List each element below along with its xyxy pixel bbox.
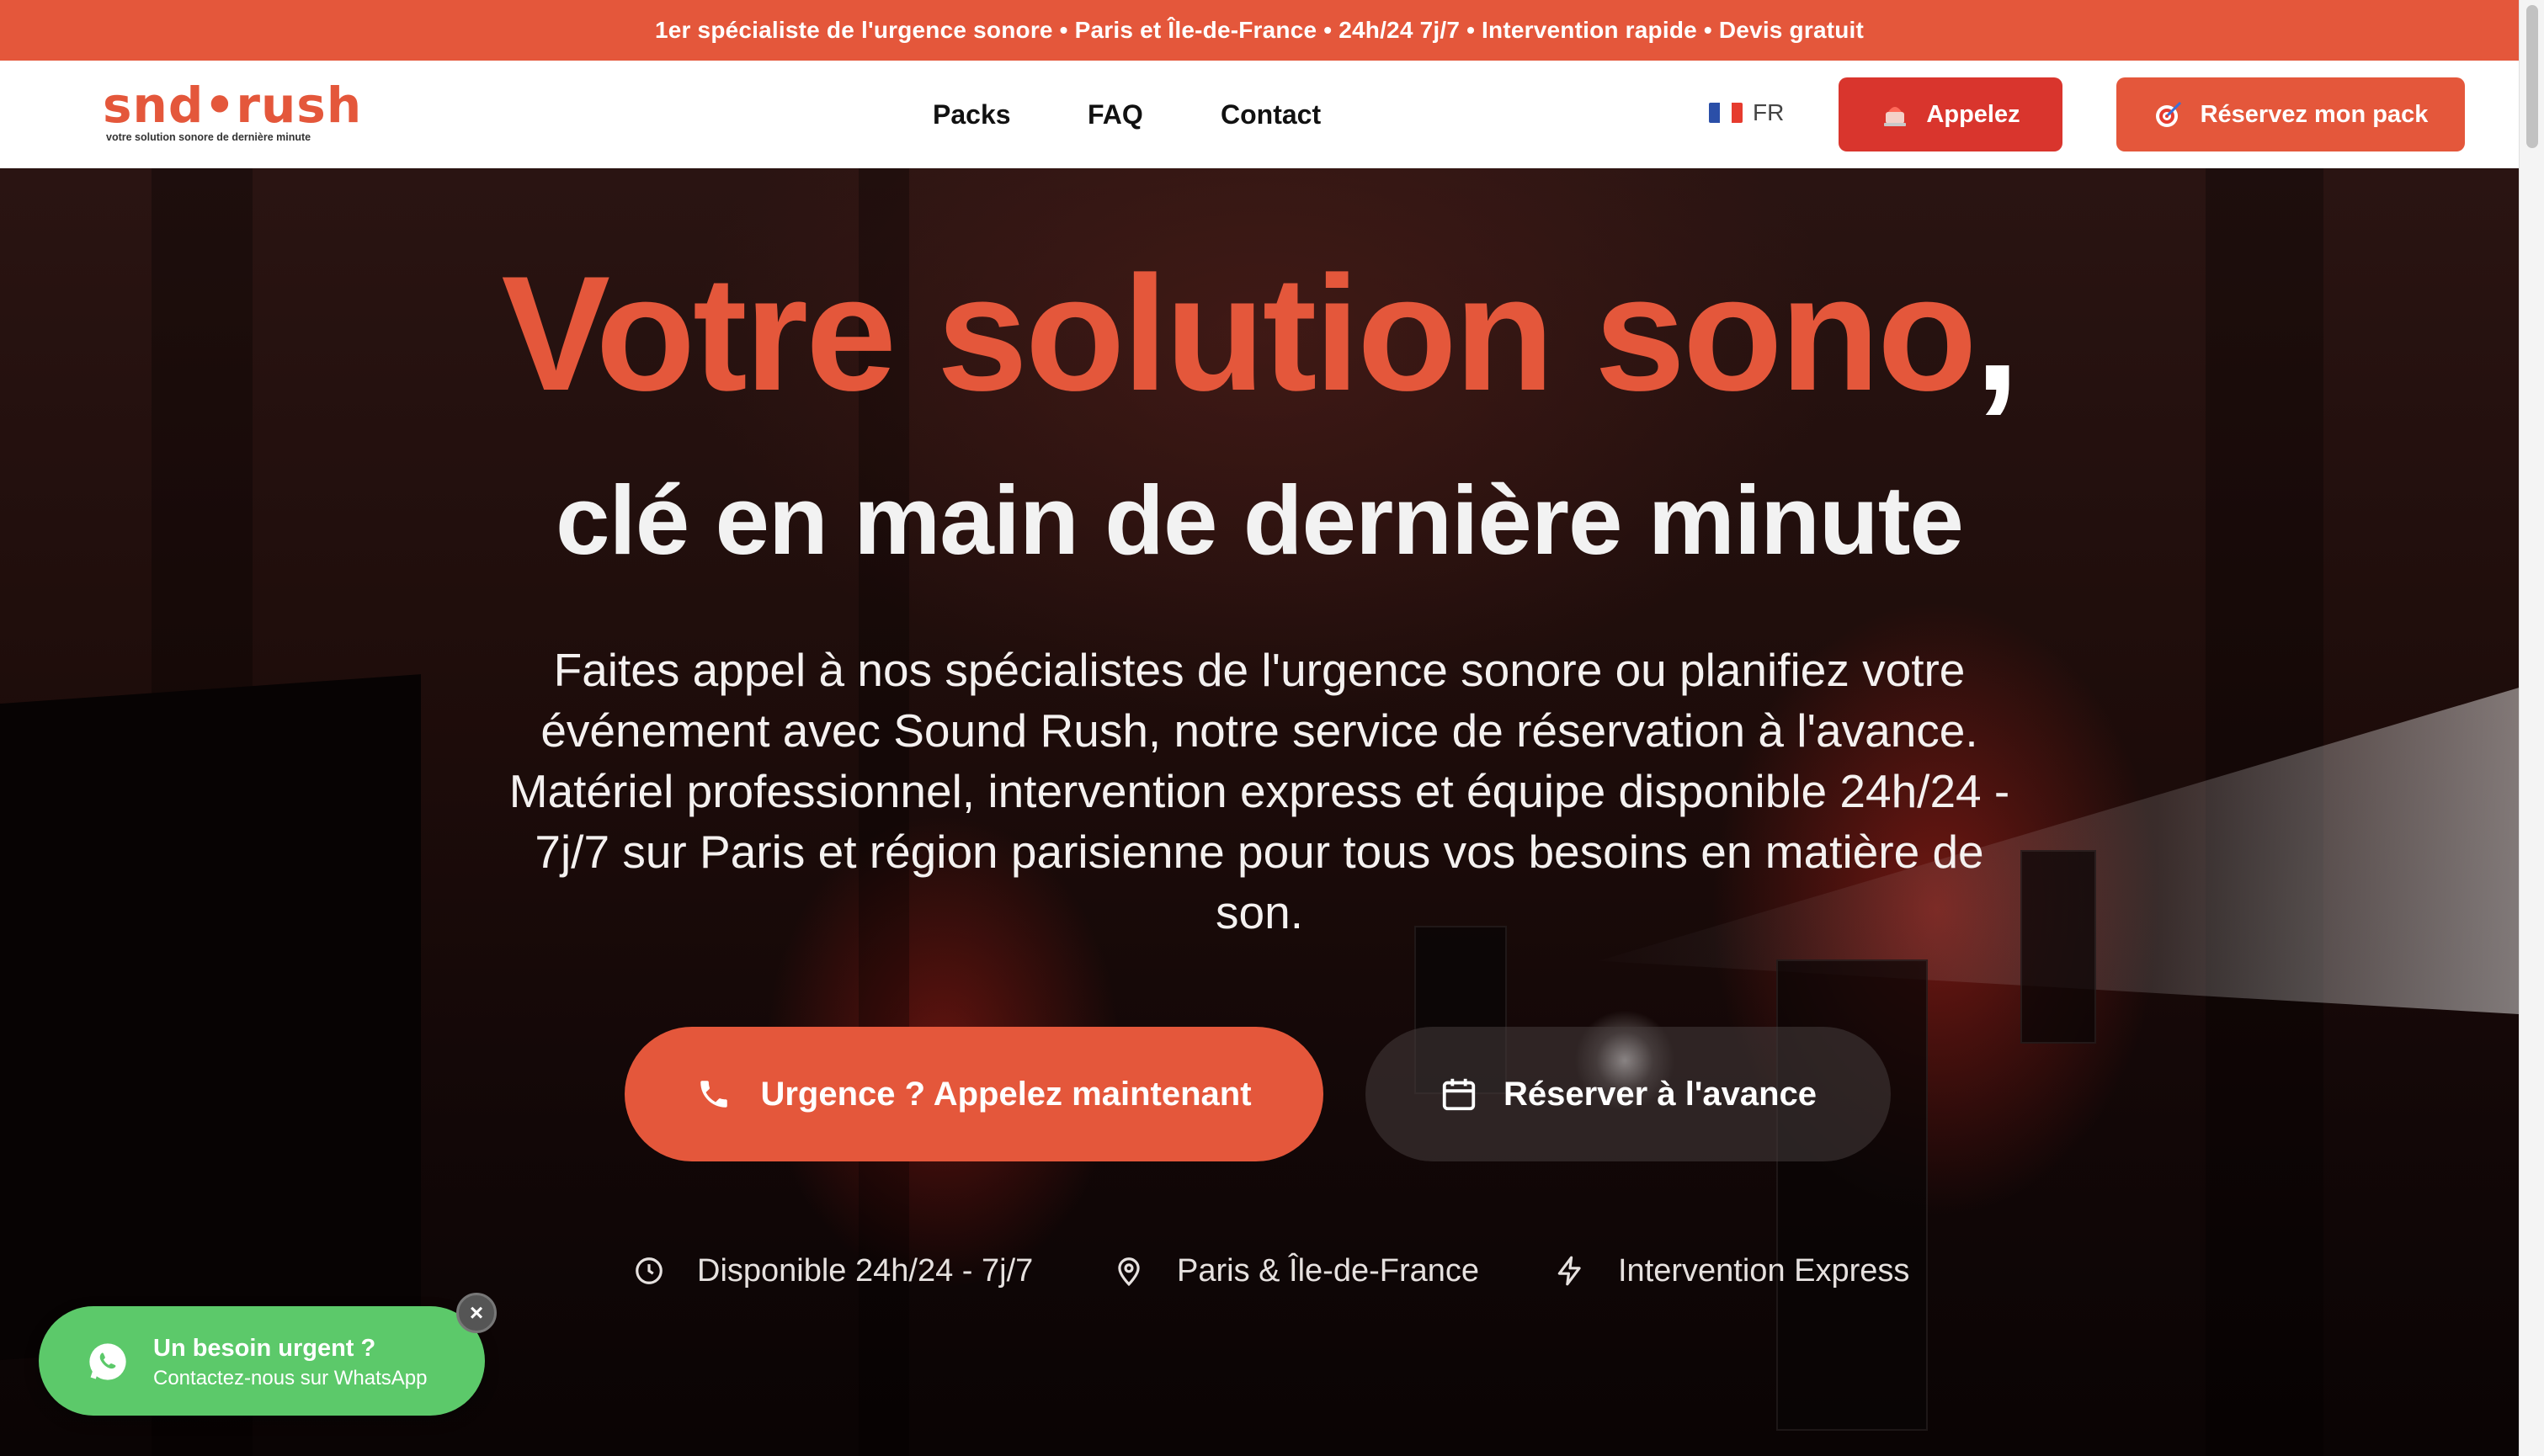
feature-availability-label: Disponible 24h/24 - 7j/7 (697, 1252, 1034, 1289)
nav-link-contact[interactable]: Contact (1221, 99, 1321, 130)
phone-icon (700, 1081, 728, 1108)
language-label: FR (1753, 99, 1785, 125)
book-in-advance-button-label: Réserver à l'avance (1503, 1075, 1817, 1113)
feature-express-label: Intervention Express (1618, 1252, 1910, 1289)
calendar-icon (1442, 1078, 1476, 1111)
feature-availability: Disponible 24h/24 - 7j/7 (633, 1246, 1033, 1296)
urgent-call-button-label: Urgence ? Appelez maintenant (760, 1075, 1252, 1113)
nav-item-packs[interactable]: Packs (933, 61, 1011, 168)
map-pin-icon (1118, 1257, 1140, 1287)
scrollbar-thumb[interactable] (2526, 5, 2538, 148)
hero-description: Faites appel à nos spécialistes de l'urg… (508, 644, 2010, 938)
whatsapp-widget-subtitle: Contactez-nous sur WhatsApp (153, 1367, 428, 1390)
nav-link-packs[interactable]: Packs (933, 99, 1011, 130)
whatsapp-widget-title: Un besoin urgent ? (153, 1335, 376, 1362)
whatsapp-widget[interactable]: Un besoin urgent ? Contactez-nous sur Wh… (39, 1306, 485, 1416)
book-in-advance-button[interactable]: Réserver à l'avance (1365, 1027, 1891, 1161)
whatsapp-icon (89, 1343, 126, 1380)
nav-item-contact[interactable]: Contact (1221, 61, 1321, 168)
hero-title-main: Votre solution sono (501, 242, 1977, 425)
site-header: snd•rush votre solution sonore de derniè… (0, 61, 2519, 168)
hero-title: Votre solution sono, (0, 252, 2519, 416)
siren-icon (1884, 107, 1907, 126)
clock-icon (636, 1257, 663, 1284)
nav-link-faq[interactable]: FAQ (1088, 99, 1143, 130)
target-icon (2155, 101, 2181, 127)
feature-location: Paris & Île-de-France (1113, 1246, 1479, 1296)
book-pack-button-label: Réservez mon pack (2200, 100, 2429, 128)
logo[interactable]: snd•rush votre solution sonore de derniè… (103, 81, 361, 148)
call-button[interactable]: Appelez (1839, 77, 2062, 151)
announcement-text: 1er spécialiste de l'urgence sonore • Pa… (654, 17, 1865, 43)
whatsapp-close-button[interactable]: × (456, 1293, 497, 1333)
france-flag-icon (1709, 103, 1743, 123)
nav-item-faq[interactable]: FAQ (1088, 61, 1143, 168)
hero-subtitle: clé en main de dernière minute (556, 465, 1964, 575)
hero-features: Disponible 24h/24 - 7j/7 Paris & Île-de-… (0, 1246, 2519, 1296)
page: 1er spécialiste de l'urgence sonore • Pa… (0, 0, 2544, 1456)
page-scrollbar[interactable] (2519, 0, 2544, 1456)
book-pack-button[interactable]: Réservez mon pack (2116, 77, 2465, 151)
logo-tagline: votre solution sonore de dernière minute (106, 131, 311, 143)
lightning-icon (1557, 1256, 1581, 1286)
feature-express: Intervention Express (1554, 1246, 1909, 1296)
feature-location-label: Paris & Île-de-France (1177, 1252, 1480, 1289)
logo-wordmark: snd•rush (103, 77, 363, 134)
speaker-cabinet (2020, 850, 2096, 1044)
call-button-label: Appelez (1926, 100, 2020, 128)
urgent-call-button[interactable]: Urgence ? Appelez maintenant (625, 1027, 1323, 1161)
announcement-bar: 1er spécialiste de l'urgence sonore • Pa… (0, 0, 2519, 61)
hero-title-comma: , (1974, 242, 2020, 425)
language-selector[interactable]: FR (1709, 99, 1784, 126)
